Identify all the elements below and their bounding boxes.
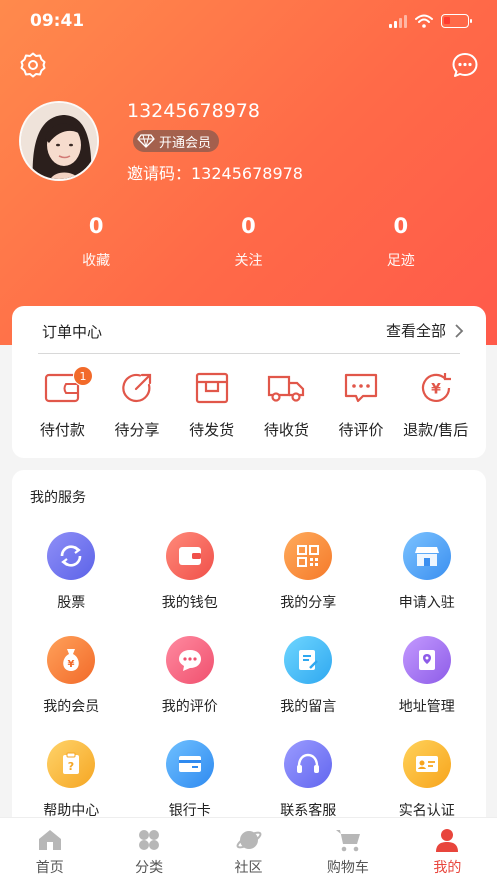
service-stock[interactable]: 股票 xyxy=(12,532,131,612)
order-item-label: 退款/售后 xyxy=(403,421,469,439)
order-pending-shipment[interactable]: 待发货 xyxy=(174,368,249,440)
service-bank-card[interactable]: 银行卡 xyxy=(131,740,250,820)
tab-label: 首页 xyxy=(35,860,64,876)
order-pending-review[interactable]: 待评价 xyxy=(324,368,399,440)
service-label: 地址管理 xyxy=(398,699,455,715)
stats-row: 0 收藏 0 关注 0 足迹 xyxy=(20,214,477,270)
settings-gear-icon[interactable] xyxy=(18,50,48,80)
service-messages[interactable]: 我的留言 xyxy=(249,636,368,716)
service-label: 我的分享 xyxy=(280,595,337,611)
view-all-orders-link[interactable]: 查看全部 xyxy=(386,320,464,341)
help-icon: ? xyxy=(47,740,96,788)
service-share[interactable]: 我的分享 xyxy=(249,532,368,612)
headset-icon xyxy=(284,740,333,788)
order-item-label: 待发货 xyxy=(189,421,235,439)
service-label: 我的留言 xyxy=(280,699,337,715)
order-pending-payment[interactable]: 1 待付款 xyxy=(25,366,100,440)
order-pending-receipt[interactable]: 待收货 xyxy=(249,368,324,440)
battery-icon xyxy=(441,14,472,28)
wifi-icon xyxy=(415,14,433,28)
money-bag-icon: ¥ xyxy=(47,636,96,684)
service-label: 我的评价 xyxy=(161,699,218,715)
order-refund-aftersale[interactable]: ¥ 退款/售后 xyxy=(398,368,473,440)
message-icon[interactable] xyxy=(450,50,480,80)
stock-icon xyxy=(47,532,96,580)
tab-label: 分类 xyxy=(135,860,164,876)
signal-icon xyxy=(389,14,407,28)
comment-icon xyxy=(341,368,381,408)
user-phone: 13245678978 xyxy=(127,100,260,122)
stat-label: 收藏 xyxy=(82,253,111,269)
order-center-card: 订单中心 查看全部 1 待付款 待分享 待发货 待收货 待评价 ¥ 退款/售后 xyxy=(12,306,486,458)
share-icon xyxy=(117,368,157,408)
divider xyxy=(38,353,460,354)
vip-label: 开通会员 xyxy=(159,135,212,151)
svg-text:?: ? xyxy=(68,760,74,773)
refund-icon: ¥ xyxy=(416,368,456,408)
service-apply-join[interactable]: 申请入驻 xyxy=(368,532,487,612)
status-bar: 09:41 xyxy=(0,0,497,44)
service-customer-support[interactable]: 联系客服 xyxy=(249,740,368,820)
order-center-title: 订单中心 xyxy=(42,323,103,341)
qr-icon xyxy=(284,532,333,580)
service-help-center[interactable]: ? 帮助中心 xyxy=(12,740,131,820)
stat-following[interactable]: 0 关注 xyxy=(172,214,324,270)
user-icon xyxy=(433,826,461,854)
service-wallet[interactable]: 我的钱包 xyxy=(131,532,250,612)
tab-mine[interactable]: 我的 xyxy=(398,818,497,883)
address-book-icon xyxy=(402,636,451,684)
note-icon xyxy=(284,636,333,684)
service-membership[interactable]: ¥ 我的会员 xyxy=(12,636,131,716)
store-icon xyxy=(402,532,451,580)
stat-label: 足迹 xyxy=(386,253,415,269)
box-icon xyxy=(192,368,232,408)
id-card-icon xyxy=(402,740,451,788)
stat-footprints[interactable]: 0 足迹 xyxy=(325,214,477,270)
stat-value: 0 xyxy=(241,214,256,238)
chevron-right-icon xyxy=(455,323,464,338)
service-address[interactable]: 地址管理 xyxy=(368,636,487,716)
truck-icon xyxy=(266,368,306,408)
stat-favorites[interactable]: 0 收藏 xyxy=(20,214,172,270)
order-pending-share[interactable]: 待分享 xyxy=(100,368,175,440)
wallet-icon xyxy=(165,532,214,580)
view-all-label: 查看全部 xyxy=(385,322,446,340)
home-icon xyxy=(36,826,64,854)
service-label: 申请入驻 xyxy=(398,595,455,611)
pending-payment-badge: 1 xyxy=(73,366,93,386)
service-label: 我的钱包 xyxy=(161,595,218,611)
services-title: 我的服务 xyxy=(30,490,86,506)
chat-bubble-icon xyxy=(165,636,214,684)
diamond-icon xyxy=(137,134,155,148)
category-icon xyxy=(135,826,163,854)
invite-code: 邀请码：13245678978 xyxy=(127,164,303,183)
svg-text:¥: ¥ xyxy=(68,659,75,670)
stat-label: 关注 xyxy=(234,253,263,269)
order-item-label: 待分享 xyxy=(114,421,160,439)
tab-category[interactable]: 分类 xyxy=(99,818,198,883)
service-label: 股票 xyxy=(57,595,86,611)
vip-badge[interactable]: 开通会员 xyxy=(133,130,220,152)
svg-text:¥: ¥ xyxy=(431,382,441,398)
order-item-label: 待评价 xyxy=(338,421,384,439)
status-time: 09:41 xyxy=(30,11,85,31)
bank-card-icon xyxy=(165,740,214,788)
order-item-label: 待付款 xyxy=(39,421,85,439)
service-reviews[interactable]: 我的评价 xyxy=(131,636,250,716)
service-real-name[interactable]: 实名认证 xyxy=(368,740,487,820)
tab-community[interactable]: 社区 xyxy=(199,818,298,883)
tab-cart[interactable]: 购物车 xyxy=(298,818,397,883)
tab-label: 我的 xyxy=(433,860,462,876)
tab-label: 社区 xyxy=(234,860,263,876)
avatar[interactable] xyxy=(19,101,99,181)
tab-label: 购物车 xyxy=(326,860,369,876)
cart-icon xyxy=(334,826,362,854)
stat-value: 0 xyxy=(88,214,104,238)
bottom-tab-bar: 首页 分类 社区 购物车 我的 xyxy=(0,817,497,883)
order-item-label: 待收货 xyxy=(263,421,309,439)
tab-home[interactable]: 首页 xyxy=(0,818,99,883)
planet-icon xyxy=(235,826,263,854)
service-label: 我的会员 xyxy=(43,699,100,715)
stat-value: 0 xyxy=(393,214,409,238)
